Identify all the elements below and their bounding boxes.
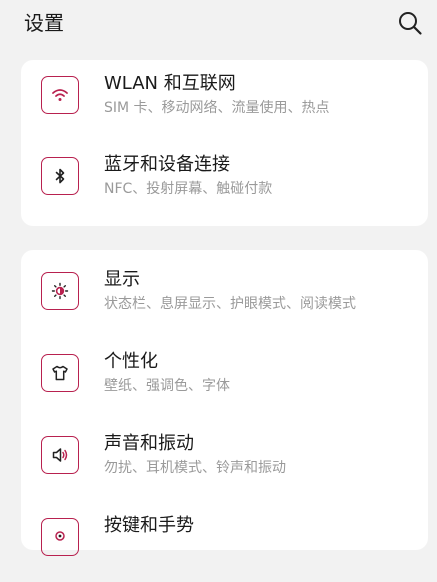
gesture-icon — [55, 531, 65, 541]
bluetooth-icon-box — [41, 157, 79, 195]
tshirt-icon-box — [41, 354, 79, 392]
tshirt-icon — [52, 365, 68, 381]
brightness-icon — [51, 282, 69, 300]
item-subtitle: SIM 卡、移动网络、流量使用、热点 — [104, 100, 330, 116]
item-title: 蓝牙和设备连接 — [104, 154, 230, 175]
bluetooth-icon — [55, 168, 65, 184]
item-title: 显示 — [104, 269, 140, 290]
settings-group-personal: 显示 状态栏、息屏显示、护眼模式、阅读模式 个性化 壁纸、强调色、字体 声音和振… — [21, 250, 428, 556]
speaker-icon-box — [41, 436, 79, 474]
wifi-icon-box — [41, 76, 79, 114]
brightness-icon-box — [41, 272, 79, 310]
item-title: WLAN 和互联网 — [104, 73, 236, 94]
search-button[interactable] — [397, 10, 423, 36]
settings-item-sound[interactable]: 声音和振动 勿扰、耳机模式、铃声和振动 — [21, 420, 428, 500]
item-subtitle: 状态栏、息屏显示、护眼模式、阅读模式 — [104, 296, 356, 312]
item-subtitle: NFC、投射屏幕、触碰付款 — [104, 181, 273, 197]
item-title: 声音和振动 — [104, 433, 194, 454]
speaker-icon — [52, 448, 68, 462]
item-title: 按键和手势 — [104, 515, 194, 536]
page-title: 设置 — [24, 11, 64, 35]
gesture-icon-box — [41, 518, 79, 556]
item-title: 个性化 — [104, 351, 158, 372]
item-subtitle: 壁纸、强调色、字体 — [104, 378, 230, 394]
wifi-icon — [52, 89, 68, 101]
settings-item-display[interactable]: 显示 状态栏、息屏显示、护眼模式、阅读模式 — [21, 256, 428, 336]
top-bar: 设置 — [0, 0, 437, 56]
settings-item-buttons-gestures[interactable]: 按键和手势 — [21, 502, 428, 582]
settings-group-connectivity: WLAN 和互联网 SIM 卡、移动网络、流量使用、热点 蓝牙和设备连接 NFC… — [21, 60, 428, 226]
settings-item-wlan[interactable]: WLAN 和互联网 SIM 卡、移动网络、流量使用、热点 — [21, 60, 428, 140]
search-icon — [399, 12, 422, 35]
item-subtitle: 勿扰、耳机模式、铃声和振动 — [104, 460, 286, 476]
settings-item-bluetooth[interactable]: 蓝牙和设备连接 NFC、投射屏幕、触碰付款 — [21, 141, 428, 221]
settings-item-personalization[interactable]: 个性化 壁纸、强调色、字体 — [21, 338, 428, 418]
